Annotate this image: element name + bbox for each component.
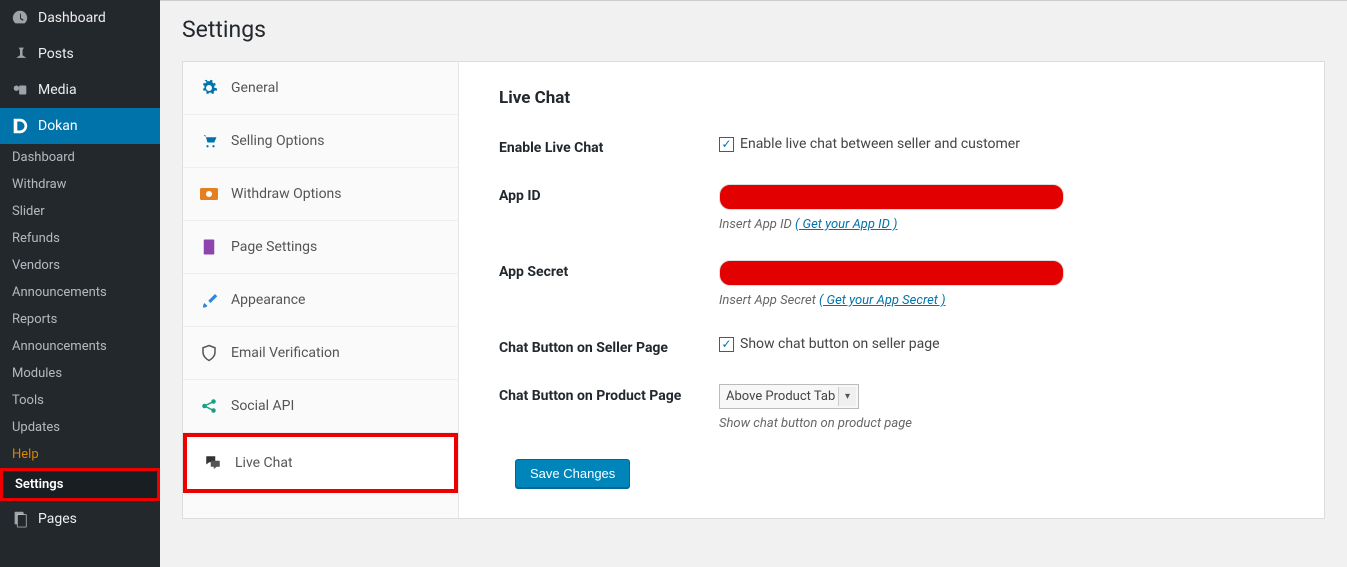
media-icon [10,80,30,100]
label-app-secret: App Secret [499,260,719,308]
sidebar-sub-refunds[interactable]: Refunds [0,225,160,252]
row-chat-product: Chat Button on Product Page Above Produc… [499,384,1284,431]
sidebar-sub-tools[interactable]: Tools [0,387,160,414]
content-area: Settings General Selling Options Withdra [160,0,1347,567]
page-title: Settings [160,1,1347,61]
panel-heading: Live Chat [499,88,1284,108]
link-get-app-id[interactable]: ( Get your App ID ) [795,217,897,232]
gauge-icon [10,8,30,28]
admin-sidebar: Dashboard Posts Media Dokan Dashboard Wi… [0,0,160,567]
sidebar-sub-slider[interactable]: Slider [0,198,160,225]
brush-icon [199,290,219,310]
sidebar-item-pages[interactable]: Pages [0,501,160,537]
helper-app-secret: Insert App Secret ( Get your App Secret … [719,293,1284,308]
tab-general[interactable]: General [183,62,458,115]
checkbox-enable-live-chat[interactable]: ✓ [719,137,734,152]
shield-icon [199,343,219,363]
sidebar-label: Dashboard [38,10,106,26]
label-app-id: App ID [499,184,719,232]
settings-tabs: General Selling Options Withdraw Options… [183,62,459,518]
sidebar-item-dokan[interactable]: Dokan [0,108,160,144]
link-get-app-secret[interactable]: ( Get your App Secret ) [819,293,946,308]
sidebar-label: Media [38,82,77,98]
money-icon [199,184,219,204]
row-app-secret: App Secret Insert App Secret ( Get your … [499,260,1284,308]
tab-label: Live Chat [235,455,293,471]
select-value: Above Product Tab [726,389,835,404]
sidebar-sub-settings[interactable]: Settings [0,468,160,501]
tab-live-chat[interactable]: Live Chat [183,433,458,493]
label-chat-seller: Chat Button on Seller Page [499,336,719,356]
helper-appid-text: Insert App ID [719,217,795,232]
sidebar-sub-announcements-2[interactable]: Announcements [0,333,160,360]
input-app-secret[interactable] [719,260,1064,286]
cart-icon [199,131,219,151]
select-chat-product[interactable]: Above Product Tab ▾ [719,384,859,409]
label-enable-live-chat: Enable Live Chat [499,136,719,156]
tab-label: Appearance [231,292,305,308]
tab-label: Page Settings [231,239,317,255]
sidebar-item-dashboard[interactable]: Dashboard [0,0,160,36]
input-app-id[interactable] [719,184,1064,210]
chat-icon [203,453,223,473]
row-app-id: App ID Insert App ID ( Get your App ID ) [499,184,1284,232]
sidebar-sub-withdraw[interactable]: Withdraw [0,171,160,198]
sidebar-label: Posts [38,46,74,62]
tab-withdraw-options[interactable]: Withdraw Options [183,168,458,221]
settings-container: General Selling Options Withdraw Options… [182,61,1325,519]
text-chat-seller: Show chat button on seller page [740,336,940,352]
text-enable-live-chat: Enable live chat between seller and cust… [740,136,1020,152]
sidebar-label: Pages [38,511,77,527]
helper-chat-product: Show chat button on product page [719,416,1284,431]
sidebar-sub-announcements-1[interactable]: Announcements [0,279,160,306]
helper-appsecret-text: Insert App Secret [719,293,819,308]
pages-icon [10,509,30,529]
sidebar-item-posts[interactable]: Posts [0,36,160,72]
sidebar-sub-vendors[interactable]: Vendors [0,252,160,279]
tab-selling-options[interactable]: Selling Options [183,115,458,168]
tab-appearance[interactable]: Appearance [183,274,458,327]
tab-label: Social API [231,398,294,414]
tab-label: Withdraw Options [231,186,342,202]
helper-app-id: Insert App ID ( Get your App ID ) [719,217,1284,232]
gear-icon [199,78,219,98]
row-enable-live-chat: Enable Live Chat ✓ Enable live chat betw… [499,136,1284,156]
sidebar-label: Dokan [38,118,78,134]
pin-icon [10,44,30,64]
tab-label: Selling Options [231,133,324,149]
sidebar-item-media[interactable]: Media [0,72,160,108]
share-icon [199,396,219,416]
sidebar-sub-updates[interactable]: Updates [0,414,160,441]
label-chat-product: Chat Button on Product Page [499,384,719,431]
row-chat-seller: Chat Button on Seller Page ✓ Show chat b… [499,336,1284,356]
dokan-icon [10,116,30,136]
sidebar-sub-dashboard[interactable]: Dashboard [0,144,160,171]
tab-social-api[interactable]: Social API [183,380,458,433]
sidebar-sub-help[interactable]: Help [0,441,160,468]
page-icon [199,237,219,257]
chevron-down-icon: ▾ [838,387,856,406]
sidebar-sub-reports[interactable]: Reports [0,306,160,333]
settings-panel: Live Chat Enable Live Chat ✓ Enable live… [459,62,1324,518]
tab-email-verification[interactable]: Email Verification [183,327,458,380]
tab-label: General [231,80,279,96]
sidebar-sub-modules[interactable]: Modules [0,360,160,387]
checkbox-chat-seller[interactable]: ✓ [719,337,734,352]
tab-page-settings[interactable]: Page Settings [183,221,458,274]
tab-label: Email Verification [231,345,340,361]
save-changes-button[interactable]: Save Changes [515,459,630,488]
